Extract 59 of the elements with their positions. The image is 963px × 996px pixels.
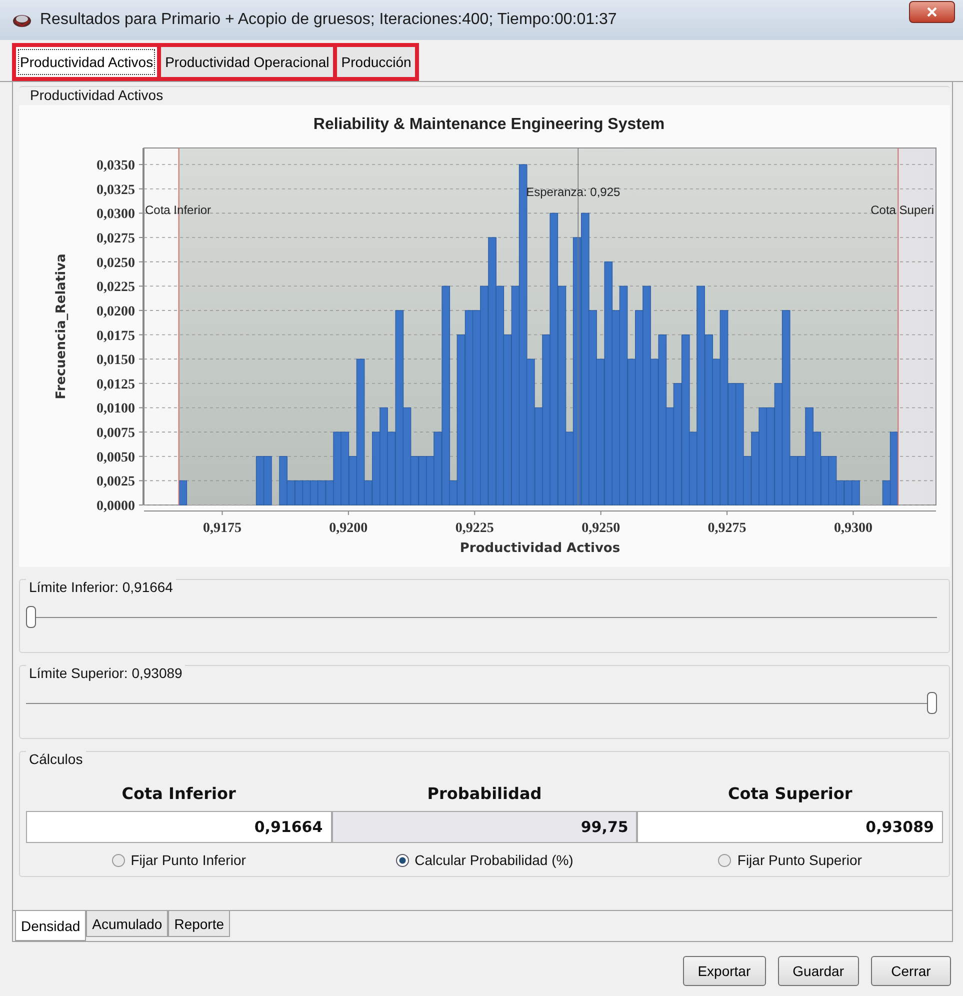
histogram-bar — [302, 480, 311, 506]
tab[interactable]: Acumulado — [86, 911, 168, 937]
axis-tick-label: 0,0100 — [96, 402, 135, 417]
y-axis-label: Frecuencia_Relativa — [54, 254, 69, 400]
tab[interactable]: Reporte — [168, 911, 230, 937]
histogram-bar — [264, 456, 272, 506]
tab[interactable]: Densidad — [15, 911, 86, 941]
value-field[interactable]: 0,93089 — [637, 811, 943, 843]
app-icon — [12, 12, 32, 28]
axis-tick-label: 0,9225 — [455, 521, 494, 536]
group-title: Cálculos — [26, 751, 86, 767]
window-title: Resultados para Primario + Acopio de gruesos; Iteraciones:400; Tiempo:00:01:37 — [40, 11, 618, 29]
axis-tick-label: 0,0150 — [96, 353, 135, 368]
radio-button[interactable] — [396, 854, 409, 866]
group-title: Límite Superior: 0,93089 — [26, 665, 186, 681]
value-field[interactable]: 0,91664 — [26, 811, 332, 843]
histogram-bar — [294, 480, 304, 506]
group-title: Límite Inferior: 0,91664 — [26, 579, 176, 595]
axis-tick-label: 0,0250 — [96, 256, 135, 271]
close-button[interactable] — [909, 1, 955, 23]
axis-tick-label: 0,9200 — [329, 521, 368, 536]
column-heading: Cota Inferior — [122, 784, 236, 803]
radio-button[interactable] — [112, 854, 125, 866]
axis-tick-label: 0,0275 — [96, 232, 135, 246]
x-axis-label: Productividad Activos — [460, 541, 620, 556]
annotation-label: Esperanza: 0,925 — [526, 185, 620, 199]
axis-tick-label: 0,9250 — [582, 521, 620, 536]
column-heading: Probabilidad — [427, 784, 542, 803]
close-icon — [926, 7, 938, 17]
histogram-bar — [310, 480, 318, 506]
dialog-button[interactable]: Guardar — [778, 956, 859, 986]
axis-tick-label: 0,0125 — [96, 377, 135, 392]
column-heading: Cota Superior — [728, 784, 852, 803]
axis-tick-label: 0,0175 — [96, 328, 135, 344]
axis-tick-label: 0,0200 — [96, 304, 135, 320]
slider-thumb[interactable] — [26, 606, 36, 628]
axis-tick-label: 0,0075 — [96, 426, 135, 442]
histogram-bar — [418, 456, 427, 506]
axis-tick-label: 0,0300 — [96, 207, 135, 222]
axis-tick-label: 0,9175 — [203, 521, 242, 536]
value-field: 99,75 — [332, 811, 638, 843]
axis-tick-label: 0,9300 — [834, 521, 872, 536]
axis-tick-label: 0,9275 — [708, 521, 746, 536]
axis-tick-label: 0,0025 — [96, 474, 135, 490]
slider-thumb[interactable] — [927, 692, 937, 714]
axis-tick-label: 0,0225 — [96, 280, 135, 296]
histogram-bar — [256, 456, 264, 506]
histogram-bar — [318, 480, 326, 506]
axis-tick-label: 0,0000 — [96, 499, 135, 514]
axis-tick-label: 0,0325 — [96, 182, 135, 198]
histogram-bar — [844, 480, 852, 506]
annotation-label: Cota Superi — [870, 203, 934, 217]
dialog-button[interactable]: Exportar — [682, 956, 766, 986]
axis-tick-label: 0,0050 — [96, 450, 135, 466]
chart-title: Reliability & Maintenance Engineering System — [313, 116, 665, 133]
dialog-button[interactable]: Cerrar — [871, 956, 951, 986]
radio-button[interactable] — [718, 854, 732, 866]
histogram-bar — [852, 480, 860, 506]
axis-tick-label: 0,0350 — [96, 158, 135, 174]
